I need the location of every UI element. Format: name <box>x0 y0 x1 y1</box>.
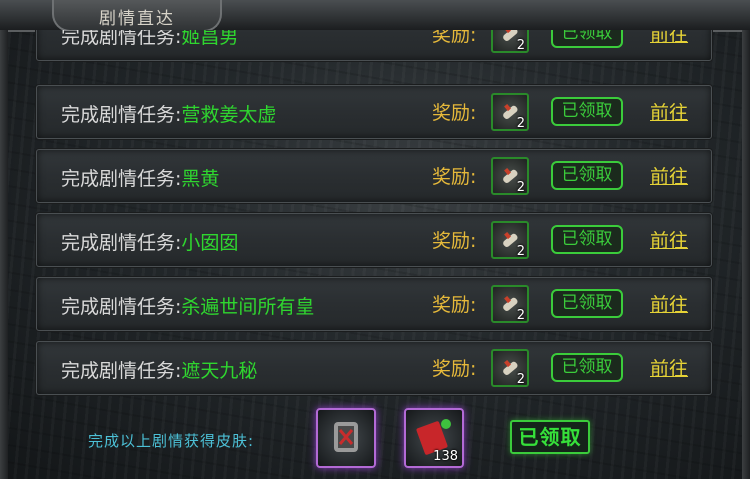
task-text: 完成剧情任务:小囡囡 <box>61 228 238 255</box>
task-list[interactable]: 完成剧情任务:姬昌男 奖励: 2 已领取 前往 完成剧情任务:营救姜太虚 奖励:… <box>14 30 736 398</box>
reward-item[interactable]: 2 <box>491 221 529 259</box>
reward-label: 奖励: <box>432 358 477 380</box>
reward-count: 2 <box>516 180 525 195</box>
skin-item-1[interactable] <box>316 408 376 468</box>
task-row: 完成剧情任务:姬昌男 奖励: 2 已领取 前往 <box>36 30 712 61</box>
reward-item[interactable]: 2 <box>491 93 529 131</box>
goto-link[interactable]: 前往 <box>650 98 688 125</box>
claimed-button[interactable]: 已领取 <box>551 161 623 190</box>
panel-title: 剧情直达 <box>99 9 175 29</box>
left-border <box>0 30 8 479</box>
skin-reward-section: 完成以上剧情获得皮肤: 138 已领取 <box>10 398 738 479</box>
reward-count: 2 <box>516 308 525 323</box>
skin-claimed-button[interactable]: 已领取 <box>510 420 590 454</box>
task-text: 完成剧情任务:黑黄 <box>61 164 219 191</box>
task-row: 完成剧情任务:遮天九秘 奖励: 2 已领取 前往 <box>36 341 712 395</box>
task-prefix: 完成剧情任务: <box>61 360 182 382</box>
claimed-button[interactable]: 已领取 <box>551 97 623 126</box>
task-prefix: 完成剧情任务: <box>61 232 182 254</box>
goto-link[interactable]: 前往 <box>650 354 688 381</box>
task-prefix: 完成剧情任务: <box>61 30 182 48</box>
task-name: 营救姜太虚 <box>181 104 277 126</box>
task-row: 完成剧情任务:营救姜太虚 奖励: 2 已领取 前往 <box>36 85 712 139</box>
task-prefix: 完成剧情任务: <box>61 168 182 190</box>
reward-item[interactable]: 2 <box>491 30 529 53</box>
task-text: 完成剧情任务:遮天九秘 <box>61 356 257 383</box>
goto-link[interactable]: 前往 <box>650 30 688 47</box>
task-row: 完成剧情任务:小囡囡 奖励: 2 已领取 前往 <box>36 213 712 267</box>
reward-label: 奖励: <box>432 166 477 188</box>
reward-label: 奖励: <box>432 230 477 252</box>
claimed-button[interactable]: 已领取 <box>551 30 623 48</box>
claimed-button[interactable]: 已领取 <box>551 289 623 318</box>
task-prefix: 完成剧情任务: <box>61 104 182 126</box>
reward-count: 2 <box>516 116 525 131</box>
claimed-button[interactable]: 已领取 <box>551 353 623 382</box>
task-name: 黑黄 <box>181 168 220 190</box>
goto-link[interactable]: 前往 <box>650 226 688 253</box>
goto-link[interactable]: 前往 <box>650 290 688 317</box>
right-border <box>742 30 750 479</box>
game-panel: 剧情直达 完成剧情任务:姬昌男 奖励: 2 已领取 前往 完成剧情任务:营救姜太… <box>0 0 750 479</box>
task-name: 姬昌男 <box>181 30 239 48</box>
reward-count: 2 <box>516 372 525 387</box>
goto-link[interactable]: 前往 <box>650 162 688 189</box>
reward-count: 2 <box>516 244 525 259</box>
armor-skin-icon <box>334 422 358 452</box>
skin-item-2[interactable]: 138 <box>404 408 464 468</box>
task-text: 完成剧情任务:姬昌男 <box>61 30 238 49</box>
task-row: 完成剧情任务:黑黄 奖励: 2 已领取 前往 <box>36 149 712 203</box>
reward-count: 2 <box>516 38 525 53</box>
reward-item[interactable]: 2 <box>491 349 529 387</box>
skin-reward-label: 完成以上剧情获得皮肤: <box>88 432 255 450</box>
title-tab: 剧情直达 <box>52 0 222 32</box>
task-row: 完成剧情任务:杀遍世间所有皇 奖励: 2 已领取 前往 <box>36 277 712 331</box>
task-prefix: 完成剧情任务: <box>61 296 182 318</box>
task-text: 完成剧情任务:杀遍世间所有皇 <box>61 292 314 319</box>
reward-label: 奖励: <box>432 102 477 124</box>
task-text: 完成剧情任务:营救姜太虚 <box>61 100 276 127</box>
task-name: 杀遍世间所有皇 <box>181 296 315 318</box>
reward-item[interactable]: 2 <box>491 285 529 323</box>
reward-label: 奖励: <box>432 30 477 46</box>
reward-item[interactable]: 2 <box>491 157 529 195</box>
task-name: 遮天九秘 <box>181 360 258 382</box>
claimed-button[interactable]: 已领取 <box>551 225 623 254</box>
skin-count: 138 <box>433 449 458 464</box>
reward-label: 奖励: <box>432 294 477 316</box>
task-name: 小囡囡 <box>181 232 239 254</box>
